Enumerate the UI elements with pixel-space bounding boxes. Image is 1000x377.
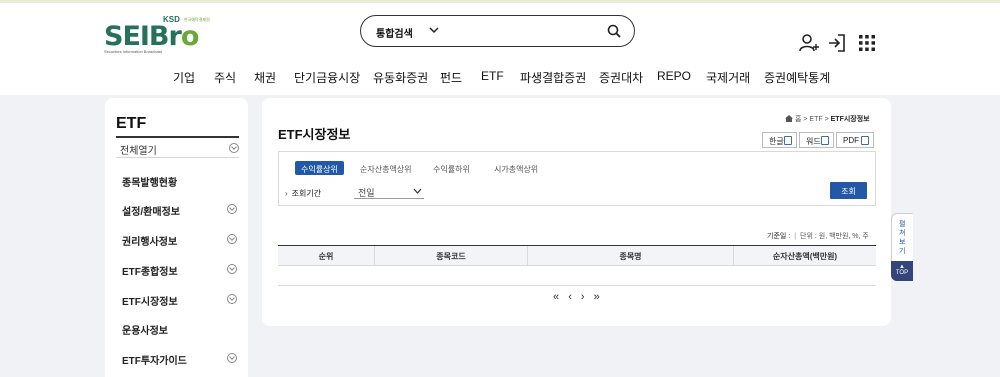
nav-item[interactable]: 단기금융시장 xyxy=(294,69,360,86)
home-icon[interactable] xyxy=(785,115,793,122)
nav-item[interactable]: 유동화증권 xyxy=(373,69,428,86)
breadcrumb-sep: > xyxy=(824,116,829,123)
col-code: 종목코드 xyxy=(436,252,466,261)
nav-item[interactable]: REPO xyxy=(657,69,691,83)
units-label: 단위 : 원, 백만원, %, 주 xyxy=(800,233,869,240)
sidebar-item-label: 종목발행현황 xyxy=(122,178,178,189)
download-pdf-button[interactable]: PDF xyxy=(836,132,874,148)
period-value: 전일 xyxy=(358,188,375,198)
chevron-down-circle-icon xyxy=(227,353,237,363)
chevron-down-circle-icon xyxy=(229,143,239,153)
main-content: ETF시장정보 홈 > ETF > ETF시장정보 한글 워드 PDF 수익률상… xyxy=(262,98,891,326)
tab-net-assets-top[interactable]: 순자산총액상위 xyxy=(354,161,418,175)
col-rank: 순위 xyxy=(318,252,334,261)
chevron-down-circle-icon xyxy=(227,294,237,304)
main-nav: 기업 주식 채권 단기금융시장 유동화증권 펀드 ETF 파생결합증권 증권대차… xyxy=(0,69,1000,87)
sidebar-title: ETF xyxy=(116,115,147,132)
nav-item[interactable]: 채권 xyxy=(254,69,276,86)
sidebar-item-issuance-status[interactable]: 종목발행현황 xyxy=(122,174,239,190)
next-page-button[interactable]: › xyxy=(581,291,585,303)
base-date-label: 기준일 : xyxy=(767,233,791,240)
search-icon[interactable] xyxy=(606,23,622,39)
download-label: 한글 xyxy=(769,137,784,146)
download-word-button[interactable]: 워드 xyxy=(799,132,834,148)
tab-market-cap-top[interactable]: 시가총액상위 xyxy=(488,161,544,175)
sidebar-item-etf-overview[interactable]: ETF종합정보 xyxy=(122,263,239,279)
nav-item[interactable]: 펀드 xyxy=(440,69,462,86)
chevron-down-circle-icon xyxy=(227,204,237,214)
chevron-down-circle-icon xyxy=(227,234,237,244)
period-select[interactable]: 전일 xyxy=(354,184,424,199)
tab-return-bottom[interactable]: 수익률하위 xyxy=(427,161,476,175)
sidebar-divider xyxy=(116,136,239,138)
file-icon xyxy=(784,136,792,145)
sidebar-item-label: 권리행사정보 xyxy=(122,237,178,248)
table-empty-row xyxy=(278,266,876,286)
meta-separator: | xyxy=(794,233,797,240)
seibro-logo[interactable]: SEIBro KSD 한국예탁결제원 Securities Informatio… xyxy=(104,13,214,55)
pagination: « ‹ › » xyxy=(553,291,606,303)
nav-item[interactable]: ETF xyxy=(481,69,504,83)
search-category-select[interactable]: 통합검색 xyxy=(376,25,413,40)
file-icon xyxy=(861,136,869,145)
download-label: 워드 xyxy=(806,137,821,146)
sidebar-item-creation-redemption[interactable]: 설정/환매정보 xyxy=(122,203,239,219)
table-header: 순위 종목코드 종목명 순자산총액(백만원) xyxy=(278,246,876,266)
tab-return-top[interactable]: 수익률상위 xyxy=(295,161,344,175)
logo-ksd: KSD xyxy=(163,15,180,24)
sidebar-item-label: 운용사정보 xyxy=(122,326,168,337)
sidebar-item-label: ETF투자가이드 xyxy=(122,356,187,367)
scroll-top-button[interactable]: ▲ TOP xyxy=(891,261,913,281)
meta-info: 기준일 : | 단위 : 원, 백만원, %, 주 xyxy=(767,231,869,241)
login-user-icon[interactable] xyxy=(798,32,820,54)
nav-item[interactable]: 파생결합증권 xyxy=(520,69,586,86)
sidebar-item-investment-guide[interactable]: ETF투자가이드 xyxy=(122,352,239,368)
top-label: TOP xyxy=(895,270,909,276)
header: SEIBro KSD 한국예탁결제원 Securities Informatio… xyxy=(0,3,1000,95)
expand-all-label: 전체열기 xyxy=(120,146,157,157)
breadcrumb-home[interactable]: 홈 xyxy=(795,116,801,123)
sidebar-item-label: ETF종합정보 xyxy=(122,267,178,278)
nav-item[interactable]: 기업 xyxy=(173,69,195,86)
breadcrumb: 홈 > ETF > ETF시장정보 xyxy=(785,114,870,124)
chevron-down-icon[interactable] xyxy=(428,24,440,36)
period-label: 조회기간 xyxy=(285,188,321,199)
file-icon xyxy=(821,136,829,145)
query-button[interactable]: 조회 xyxy=(830,182,867,199)
nav-item[interactable]: 증권대차 xyxy=(599,69,643,86)
sidebar-item-label: 설정/환매정보 xyxy=(122,207,180,218)
sidebar-item-rights-exercise[interactable]: 권리행사정보 xyxy=(122,233,239,249)
breadcrumb-sep: > xyxy=(803,116,808,123)
download-label: PDF xyxy=(843,136,859,145)
logo-ksd-sub: 한국예탁결제원 xyxy=(184,17,210,22)
app-grid-icon[interactable] xyxy=(856,32,878,54)
chevron-down-icon xyxy=(413,188,422,194)
last-page-button[interactable]: » xyxy=(594,291,600,303)
page-title: ETF시장정보 xyxy=(278,127,351,142)
chevron-down-circle-icon xyxy=(227,264,237,274)
expand-all-button[interactable]: 전체열기 xyxy=(116,139,239,158)
nav-item[interactable]: 증권예탁통계 xyxy=(764,69,830,86)
breadcrumb-level1[interactable]: ETF xyxy=(809,116,822,123)
nav-item[interactable]: 주식 xyxy=(214,69,236,86)
result-table: 순위 종목코드 종목명 순자산총액(백만원) xyxy=(278,245,876,286)
sidebar-item-asset-managers[interactable]: 운용사정보 xyxy=(122,322,239,338)
breadcrumb-current: ETF시장정보 xyxy=(830,116,870,123)
prev-page-button[interactable]: ‹ xyxy=(568,291,572,303)
expand-view-label: 펼쳐보기 xyxy=(899,221,906,255)
sidebar-item-etf-market[interactable]: ETF시장정보 xyxy=(122,293,239,309)
unified-search-box: 통합검색 xyxy=(360,15,635,47)
search-input[interactable] xyxy=(451,22,601,42)
nav-item[interactable]: 국제거래 xyxy=(706,69,750,86)
logo-subtitle: Securities Information Broadcast xyxy=(104,49,162,54)
col-net-assets: 순자산총액(백만원) xyxy=(772,252,838,261)
filter-panel: 수익률상위 순자산총액상위 수익률하위 시가총액상위 조회기간 전일 조회 xyxy=(278,151,876,206)
download-hwp-button[interactable]: 한글 xyxy=(762,132,797,148)
first-page-button[interactable]: « xyxy=(553,291,559,303)
col-name: 종목명 xyxy=(619,252,642,261)
sidebar: ETF 전체열기 종목발행현황 설정/환매정보 권리행사정보 ETF종합정보 E… xyxy=(105,98,248,377)
logo-main-text: SEIBro xyxy=(104,21,199,52)
sign-in-icon[interactable] xyxy=(826,32,848,54)
sidebar-item-label: ETF시장정보 xyxy=(122,297,178,308)
